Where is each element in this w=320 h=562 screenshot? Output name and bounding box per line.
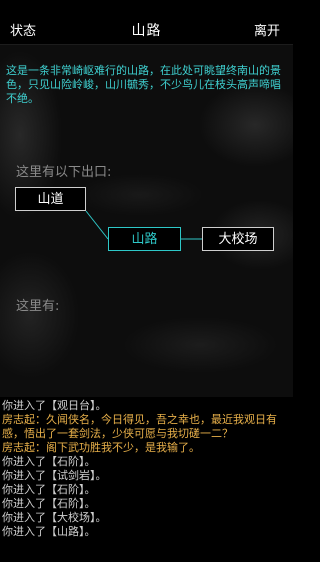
log-line: 你进入了【石阶】。 [2, 497, 96, 510]
log-line: 你进入了【大校场】。 [2, 511, 107, 524]
log-line: 房志起：久闻侠名，今日得见，吾之幸也，最近我观日有感，悟出了一套剑法，少侠可愿与… [2, 413, 277, 440]
connector-west-line [85, 210, 109, 240]
exit-west-button[interactable]: 山道 [15, 187, 86, 211]
room-description: 这是一条非常崎岖难行的山路，在此处可眺望终南山的景色，只见山险岭峻，山川毓秀，不… [6, 64, 281, 105]
log-line: 房志起：阁下武功胜我不少，是我输了。 [2, 441, 200, 454]
current-room-node: 山路 [108, 227, 181, 251]
top-bar: 状态 山路 离开 [0, 0, 293, 45]
log-line: 你进入了【山路】。 [2, 525, 96, 538]
log-line: 你进入了【石阶】。 [2, 455, 96, 468]
log-line: 你进入了【试剑岩】。 [2, 469, 107, 482]
exits-label: 这里有以下出口: [16, 165, 112, 180]
log-line: 你进入了【石阶】。 [2, 483, 96, 496]
log-line: 你进入了【观日台】。 [2, 399, 107, 412]
room-panel: 这是一条非常崎岖难行的山路，在此处可眺望终南山的景色，只见山险岭峻，山川毓秀，不… [0, 45, 293, 397]
leave-button[interactable]: 离开 [254, 24, 280, 40]
room-title: 山路 [131, 23, 162, 39]
exit-east-button[interactable]: 大校场 [202, 227, 274, 251]
here-label: 这里有: [16, 299, 60, 314]
message-log[interactable]: 你进入了【观日台】。 房志起：久闻侠名，今日得见，吾之幸也，最近我观日有感，悟出… [0, 399, 293, 562]
